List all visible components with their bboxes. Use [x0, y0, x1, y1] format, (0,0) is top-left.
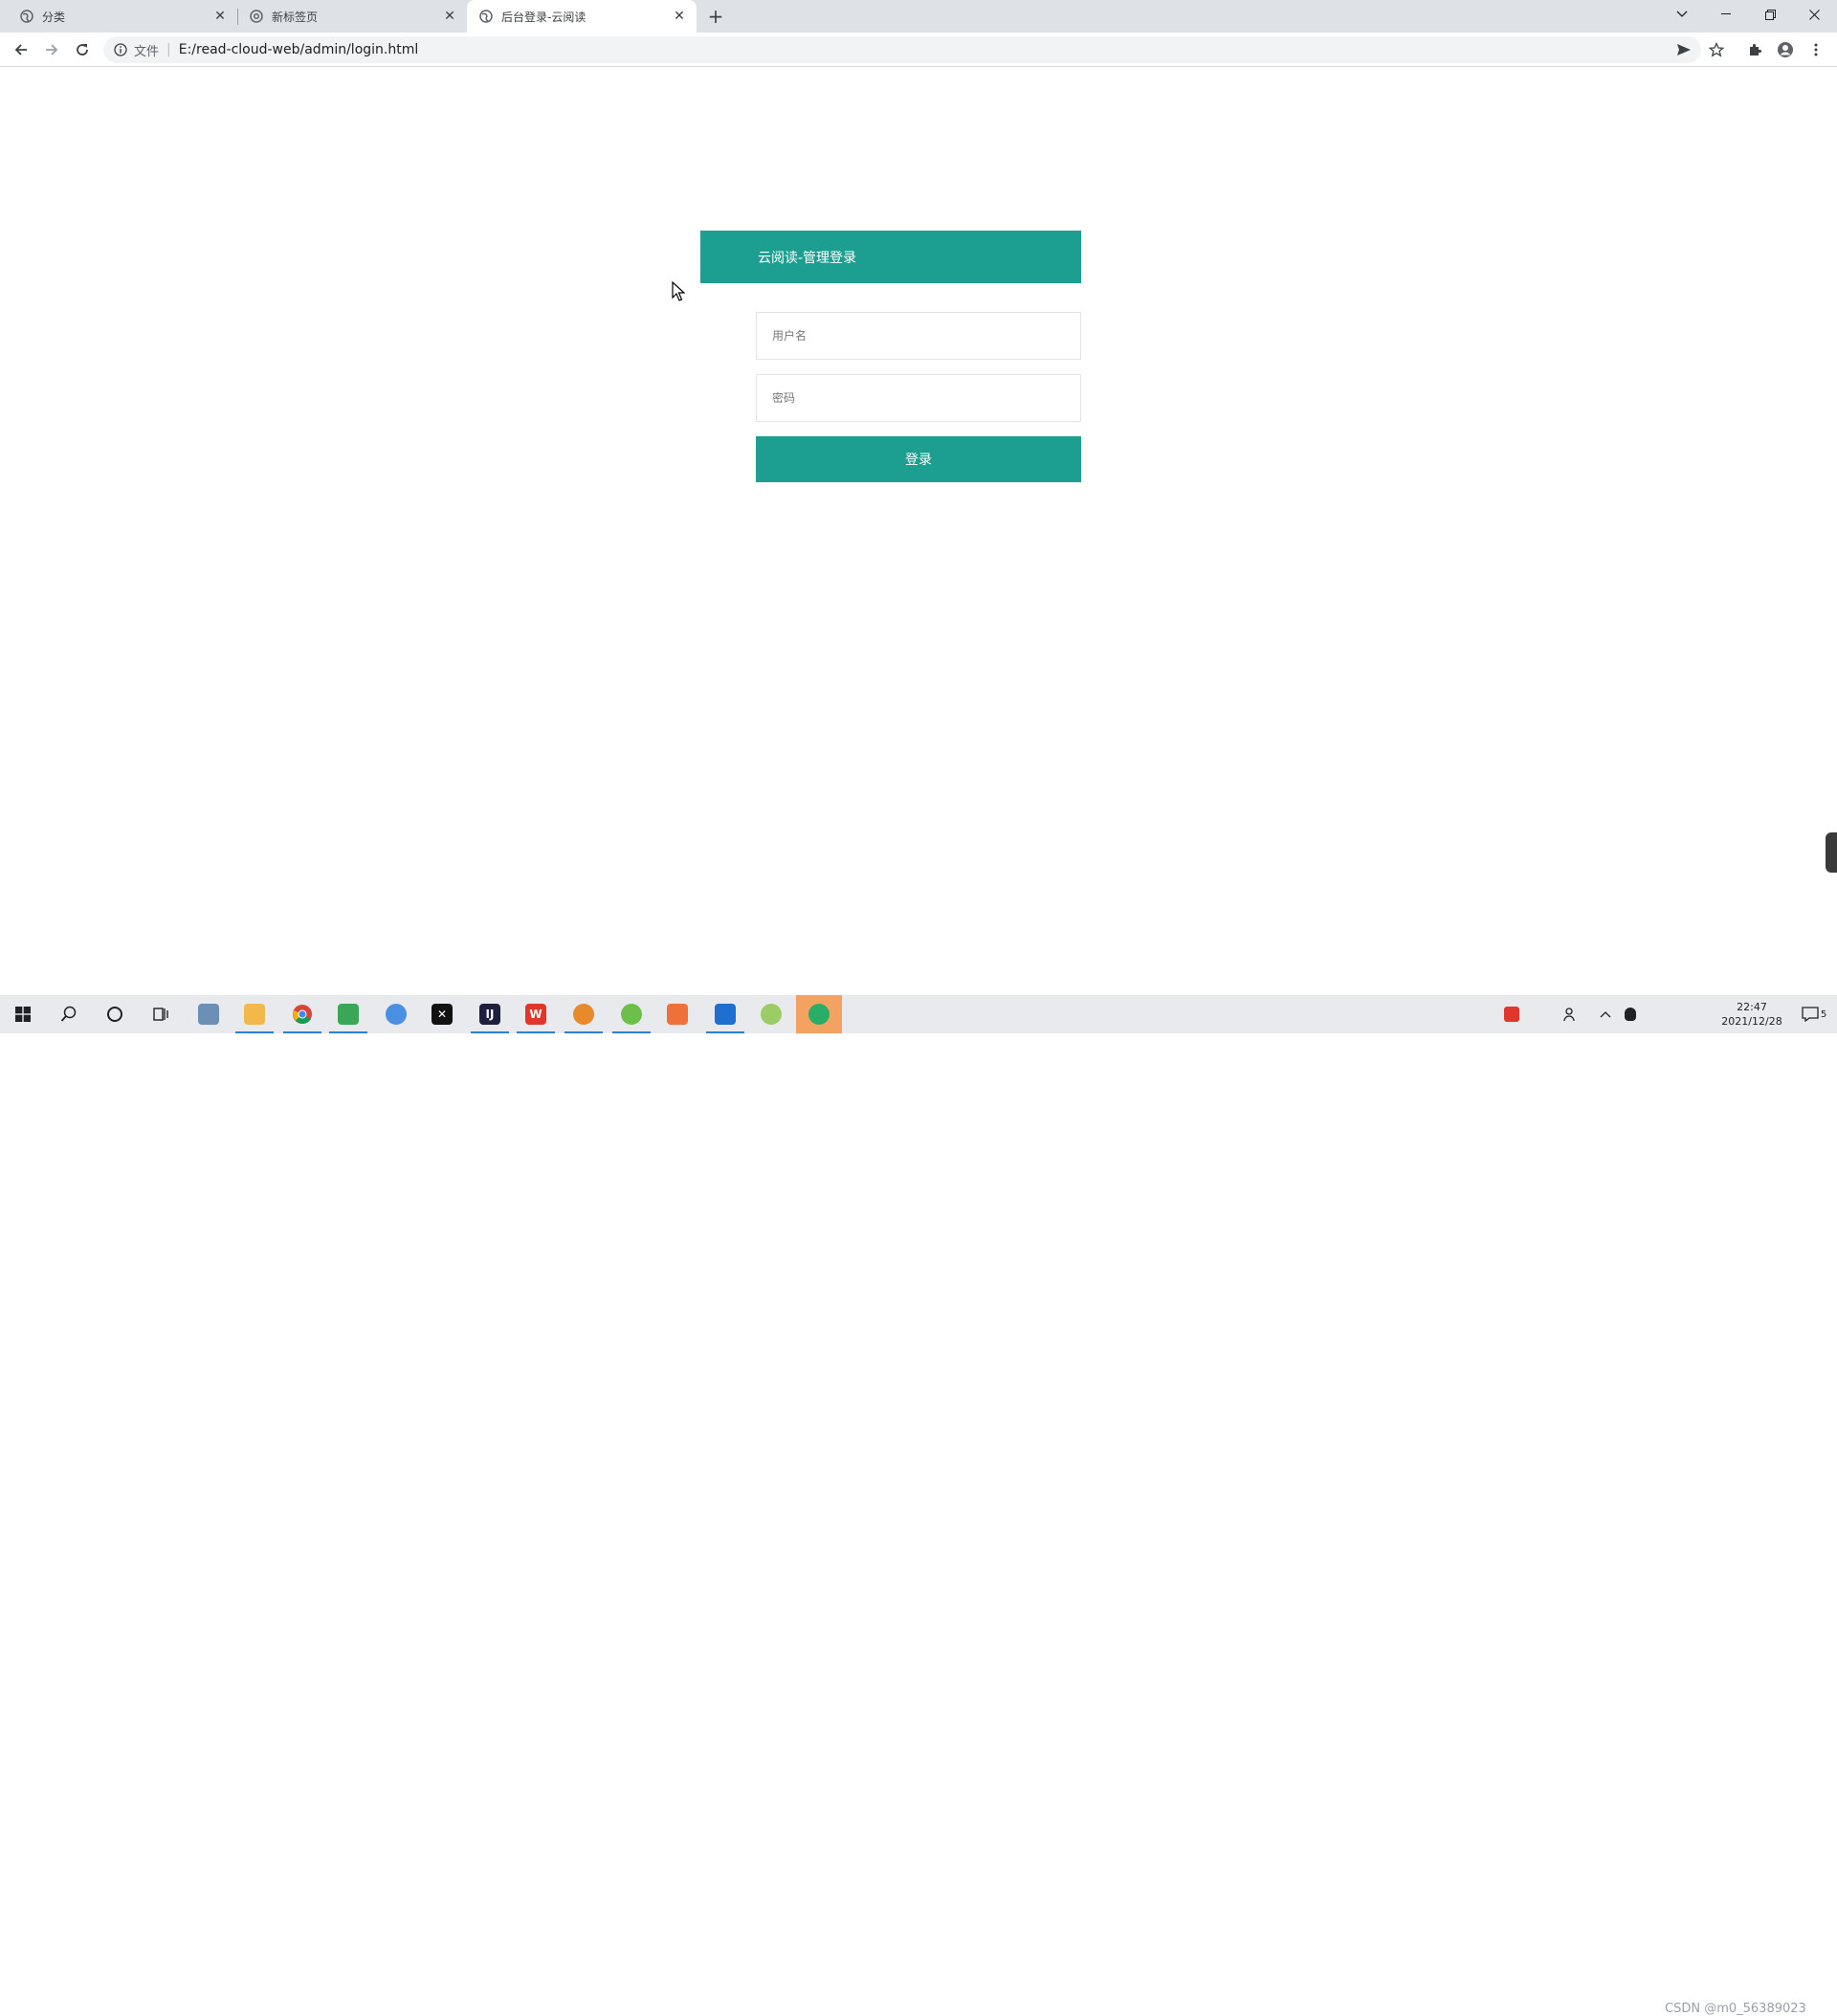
meeting-app-icon[interactable] — [702, 995, 748, 1033]
more-menu-icon[interactable] — [1804, 38, 1827, 61]
network-app-icon[interactable] — [373, 995, 419, 1033]
url-text[interactable]: E:/read-cloud-web/admin/login.html — [179, 42, 419, 57]
clock-date: 2021/12/28 — [1721, 1015, 1782, 1028]
login-header: 云阅读-管理登录 — [700, 231, 1081, 283]
system-clock[interactable]: 22:47 2021/12/28 — [1709, 997, 1795, 1031]
people-icon[interactable] — [1560, 995, 1582, 1033]
wechat-app-icon[interactable] — [796, 995, 842, 1033]
close-icon[interactable]: ✕ — [670, 7, 689, 26]
browser-toolbar: 文件 | E:/read-cloud-web/admin/login.html — [0, 33, 1837, 67]
search-tool-app-icon[interactable] — [561, 995, 607, 1033]
tab-title: 后台登录-云阅读 — [501, 10, 587, 24]
address-bar[interactable]: 文件 | E:/read-cloud-web/admin/login.html — [103, 36, 1701, 63]
profile-avatar-icon[interactable] — [1774, 38, 1797, 61]
restore-icon[interactable] — [1749, 0, 1791, 29]
info-icon[interactable] — [113, 42, 128, 57]
task-view-icon[interactable] — [138, 995, 184, 1033]
close-icon[interactable]: ✕ — [440, 7, 459, 26]
tab-search-icon[interactable] — [1661, 0, 1703, 29]
capcut-app-icon[interactable]: ✕ — [419, 995, 465, 1033]
close-window-icon[interactable] — [1793, 0, 1835, 29]
login-title: 云阅读-管理登录 — [758, 250, 857, 266]
tab-title: 新标签页 — [272, 10, 319, 24]
back-arrow-icon[interactable] — [10, 38, 33, 61]
minimize-icon[interactable] — [1705, 0, 1747, 29]
star-icon[interactable] — [1705, 38, 1728, 61]
notification-center-icon[interactable]: 5 — [1797, 995, 1831, 1033]
wps-app-icon[interactable]: W — [513, 995, 559, 1033]
globe-icon — [19, 9, 34, 24]
address-divider: | — [166, 42, 171, 57]
taskbar: ✕ IJ W CSDN @m0_56389023 22:47 2021/12/2… — [0, 995, 1837, 2016]
notification-count: 5 — [1820, 1008, 1827, 1020]
watermark-text: CSDN @m0_56389023 — [1665, 2002, 1806, 2016]
orange-app-icon[interactable] — [654, 995, 700, 1033]
chrome-app-icon[interactable] — [279, 995, 325, 1033]
cortana-icon[interactable] — [92, 995, 138, 1033]
windows-start-icon[interactable] — [0, 995, 46, 1033]
file-explorer-icon[interactable] — [232, 995, 277, 1033]
notepad-app-icon[interactable] — [325, 995, 371, 1033]
chevron-up-icon[interactable] — [1594, 995, 1617, 1033]
side-panel-handle[interactable] — [1826, 832, 1837, 873]
tab-admin-login[interactable]: 后台登录-云阅读 ✕ — [467, 0, 697, 33]
tab-category[interactable]: 分类 ✕ — [8, 0, 237, 33]
ime-icon[interactable] — [1500, 995, 1523, 1033]
tab-strip: 分类 ✕ 新标签页 ✕ 后台登录-云阅读 ✕ + — [0, 0, 1837, 33]
chrome-icon — [249, 9, 264, 24]
leaf-app-icon[interactable] — [748, 995, 794, 1033]
login-button[interactable]: 登录 — [756, 436, 1081, 482]
reload-icon[interactable] — [71, 38, 94, 61]
new-tab-button[interactable]: + — [705, 5, 726, 28]
mouse-pointer-icon — [672, 280, 686, 306]
clock-time: 22:47 — [1737, 1001, 1767, 1013]
username-input[interactable] — [756, 312, 1081, 360]
search-icon[interactable] — [46, 995, 92, 1033]
tab-title: 分类 — [42, 10, 66, 24]
scheme-label: 文件 — [134, 44, 160, 59]
password-input[interactable] — [756, 374, 1081, 422]
send-icon[interactable] — [1672, 38, 1695, 61]
tab-new-tab-page[interactable]: 新标签页 ✕ — [237, 0, 467, 33]
forward-arrow-icon[interactable] — [40, 38, 63, 61]
close-icon[interactable]: ✕ — [210, 7, 230, 26]
extensions-icon[interactable] — [1743, 38, 1766, 61]
green-app-icon[interactable] — [609, 995, 654, 1033]
globe-icon — [478, 9, 494, 24]
qq-icon[interactable] — [1619, 995, 1642, 1033]
intellij-app-icon[interactable]: IJ — [467, 995, 513, 1033]
file-viewer-app-icon[interactable] — [186, 995, 232, 1033]
